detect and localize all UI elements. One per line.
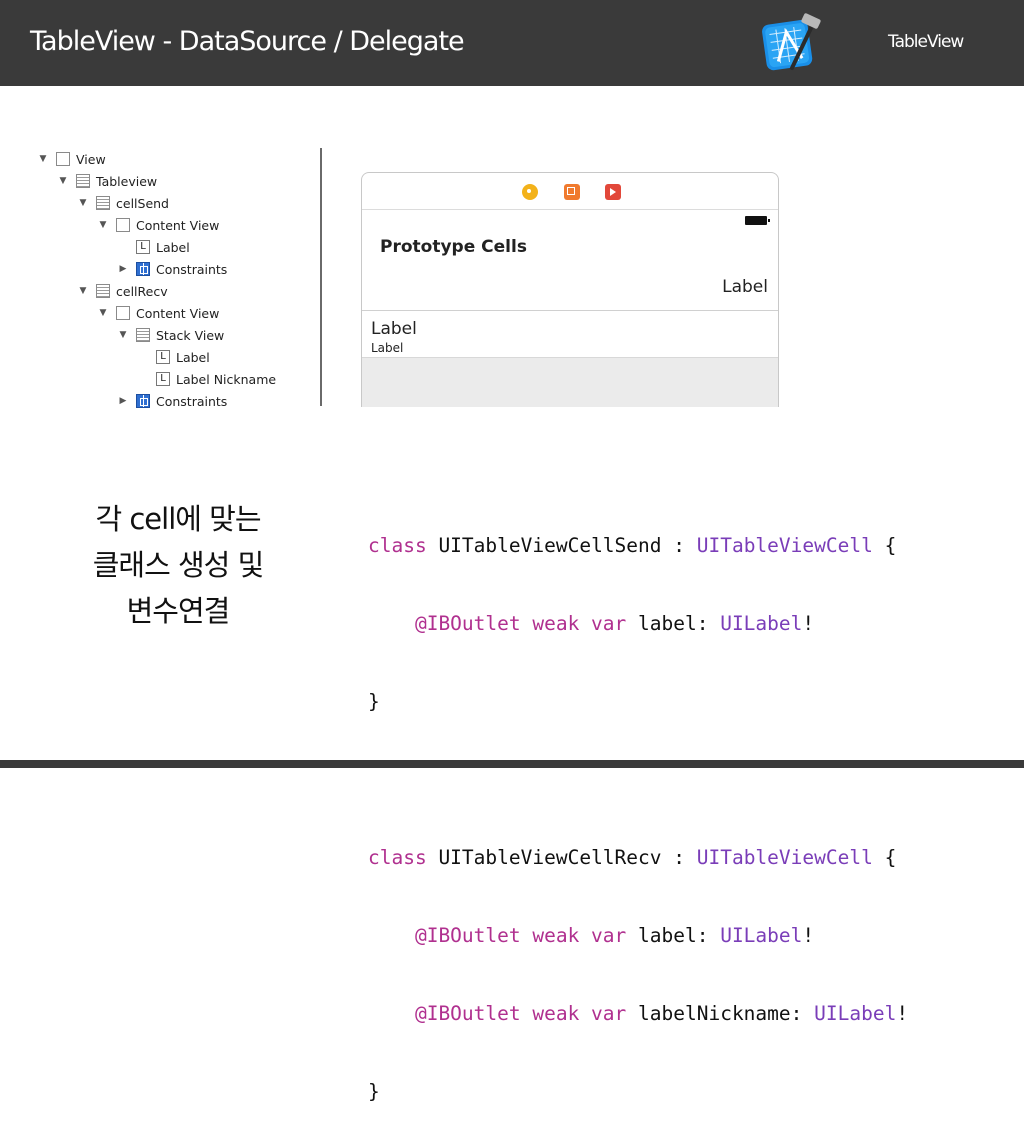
code-line: class UITableViewCellSend : UITableViewC…	[368, 533, 908, 559]
cell-send-label[interactable]: Label	[722, 277, 768, 297]
code-keyword: class	[368, 534, 427, 557]
prototype-cells-header: Prototype Cells	[380, 237, 527, 257]
caption-line: 각 cell에 맞는	[95, 502, 261, 536]
disclosure-triangle[interactable]: ▼	[78, 286, 88, 296]
view-icon	[116, 306, 130, 320]
footer-bar	[0, 760, 1024, 768]
disclosure-triangle[interactable]: ▼	[98, 220, 108, 230]
code-type: UILabel	[720, 924, 803, 947]
code-bang: !	[802, 924, 815, 947]
code-class-name: UITableViewCellRecv :	[426, 846, 697, 869]
tableview-icon	[76, 174, 90, 188]
outline-label: Tableview	[96, 173, 158, 189]
code-property: labelNickname:	[626, 1002, 815, 1025]
outline-label: Constraints	[156, 261, 228, 277]
outline-row-cellsend[interactable]: ▼ cellSend	[78, 193, 169, 213]
code-property: label:	[626, 924, 721, 947]
constraints-icon	[136, 394, 150, 408]
cell-recv-nickname-label[interactable]: Label	[371, 341, 403, 355]
outline-label: Content View	[136, 217, 220, 233]
slide-caption: 각 cell에 맞는 클래스 생성 및 변수연결	[60, 496, 296, 634]
storyboard-scene[interactable]: Prototype Cells Label Label Label	[361, 172, 779, 407]
disclosure-triangle[interactable]: ▶	[118, 396, 128, 406]
code-line: @IBOutlet weak var labelNickname: UILabe…	[368, 1001, 908, 1027]
disclosure-triangle[interactable]: ▼	[78, 198, 88, 208]
cell-recv-label[interactable]: Label	[371, 319, 417, 339]
slide-title: TableView - DataSource / Delegate	[30, 26, 465, 57]
code-keyword: @IBOutlet weak var	[368, 1002, 627, 1025]
outline-label: Stack View	[156, 327, 225, 343]
code-bang: !	[896, 1002, 909, 1025]
caption-line: 클래스 생성 및	[92, 548, 265, 582]
outline-row-stack-view[interactable]: ▼ Stack View	[118, 325, 225, 345]
constraints-icon	[136, 262, 150, 276]
tableview-cell-icon	[96, 196, 110, 210]
outline-row-view[interactable]: ▼ View	[38, 149, 106, 169]
first-responder-icon[interactable]	[564, 184, 580, 200]
label-icon: L	[156, 372, 170, 386]
outline-row-label-nickname[interactable]: L Label Nickname	[138, 369, 276, 389]
disclosure-triangle[interactable]: ▼	[98, 308, 108, 318]
code-brace: }	[368, 690, 380, 713]
outline-row-constraints[interactable]: ▶ Constraints	[118, 391, 228, 411]
code-type: UITableViewCell	[696, 534, 873, 557]
code-keyword: @IBOutlet weak var	[368, 612, 627, 635]
code-line: @IBOutlet weak var label: UILabel!	[368, 611, 908, 637]
label-icon: L	[156, 350, 170, 364]
code-line: }	[368, 1079, 908, 1105]
outline-label: Constraints	[156, 393, 228, 409]
disclosure-triangle[interactable]: ▼	[38, 154, 48, 164]
code-line: }	[368, 689, 908, 715]
view-icon	[56, 152, 70, 166]
code-type: UILabel	[720, 612, 803, 635]
outline-label: Label	[176, 349, 210, 365]
outline-row-cellrecv[interactable]: ▼ cellRecv	[78, 281, 168, 301]
code-line: @IBOutlet weak var label: UILabel!	[368, 923, 908, 949]
code-brace: {	[872, 846, 897, 869]
outline-label: Label Nickname	[176, 371, 277, 387]
outline-label: cellRecv	[116, 283, 168, 299]
code-keyword: class	[368, 846, 427, 869]
tableview-cell-icon	[96, 284, 110, 298]
xcode-icon	[762, 13, 821, 71]
code-type: UILabel	[814, 1002, 897, 1025]
disclosure-triangle[interactable]: ▶	[118, 264, 128, 274]
code-class-name: UITableViewCellSend :	[426, 534, 697, 557]
stack-view-icon	[136, 328, 150, 342]
outline-row-content-view[interactable]: ▼ Content View	[98, 303, 220, 323]
outline-label: cellSend	[116, 195, 169, 211]
header-section-label: TableView	[888, 32, 964, 52]
code-keyword: @IBOutlet weak var	[368, 924, 627, 947]
divider	[320, 148, 322, 406]
label-icon: L	[136, 240, 150, 254]
caption-line: 변수연결	[126, 594, 231, 628]
empty-table-area	[362, 357, 778, 407]
outline-row-content-view[interactable]: ▼ Content View	[98, 215, 220, 235]
view-controller-icon[interactable]	[522, 184, 538, 200]
code-line: class UITableViewCellRecv : UITableViewC…	[368, 845, 908, 871]
code-brace: {	[872, 534, 897, 557]
outline-label: View	[76, 151, 106, 167]
outline-row-label[interactable]: L Label	[118, 237, 190, 257]
cell-separator	[362, 310, 778, 311]
header-bar: TableView - DataSource / Delegate TableV…	[0, 0, 1024, 86]
outline-row-constraints[interactable]: ▶ Constraints	[118, 259, 228, 279]
disclosure-triangle[interactable]: ▼	[58, 176, 68, 186]
outline-label: Label	[156, 239, 190, 255]
outline-row-label[interactable]: L Label	[138, 347, 210, 367]
view-icon	[116, 218, 130, 232]
exit-icon[interactable]	[605, 184, 621, 200]
disclosure-triangle[interactable]: ▼	[118, 330, 128, 340]
code-type: UITableViewCell	[696, 846, 873, 869]
code-bang: !	[802, 612, 815, 635]
battery-icon	[745, 216, 770, 225]
code-snippet: class UITableViewCellSend : UITableViewC…	[368, 481, 908, 1131]
code-brace: }	[368, 1080, 380, 1103]
scene-dock	[362, 173, 778, 210]
code-property: label:	[626, 612, 721, 635]
outline-label: Content View	[136, 305, 220, 321]
outline-row-tableview[interactable]: ▼ Tableview	[58, 171, 158, 191]
